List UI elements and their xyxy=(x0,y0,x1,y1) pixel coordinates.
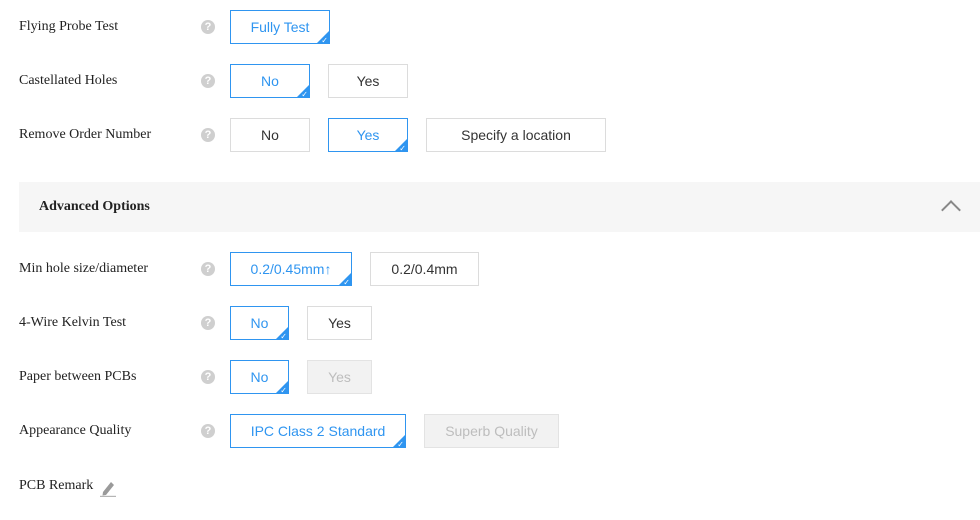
appearance-quality-row: Appearance Quality ? IPC Class 2 Standar… xyxy=(0,414,980,449)
option-remove-order-no[interactable]: No xyxy=(230,118,310,152)
option-kelvin-yes[interactable]: Yes xyxy=(307,306,372,340)
option-paper-no[interactable]: No xyxy=(230,360,289,395)
paper-between-pcbs-row: Paper between PCBs ? No Yes xyxy=(0,360,980,395)
flying-probe-label: Flying Probe Test xyxy=(19,19,119,34)
option-kelvin-no[interactable]: No xyxy=(230,306,289,341)
pcb-remark-label: PCB Remark xyxy=(19,478,94,493)
castellated-holes-row: Castellated Holes ? No Yes xyxy=(0,64,980,99)
help-icon[interactable]: ? xyxy=(201,262,215,276)
option-castellated-yes[interactable]: Yes xyxy=(328,64,408,98)
help-icon[interactable]: ? xyxy=(201,370,215,384)
option-castellated-no[interactable]: No xyxy=(230,64,310,99)
option-specify-location[interactable]: Specify a location xyxy=(426,118,606,152)
option-fully-test[interactable]: Fully Test xyxy=(230,10,330,45)
appearance-quality-label: Appearance Quality xyxy=(19,423,132,438)
option-hole-0-2-0-4[interactable]: 0.2/0.4mm xyxy=(370,252,479,286)
pencil-icon[interactable] xyxy=(100,479,116,497)
help-icon[interactable]: ? xyxy=(201,316,215,330)
option-remove-order-yes[interactable]: Yes xyxy=(328,118,408,153)
advanced-options-title: Advanced Options xyxy=(39,199,150,214)
min-hole-size-label: Min hole size/diameter xyxy=(19,261,149,276)
chevron-up-icon[interactable] xyxy=(941,200,961,220)
pcb-remark-row: PCB Remark xyxy=(0,469,980,503)
option-ipc-class-2[interactable]: IPC Class 2 Standard xyxy=(230,414,406,449)
option-hole-0-2-0-45[interactable]: 0.2/0.45mm↑ xyxy=(230,252,352,287)
castellated-holes-label: Castellated Holes xyxy=(19,73,118,88)
kelvin-test-row: 4-Wire Kelvin Test ? No Yes xyxy=(0,306,980,341)
option-superb-quality: Superb Quality xyxy=(424,414,559,448)
min-hole-size-row: Min hole size/diameter ? 0.2/0.45mm↑ 0.2… xyxy=(0,252,980,287)
help-icon[interactable]: ? xyxy=(201,20,215,34)
help-icon[interactable]: ? xyxy=(201,74,215,88)
remove-order-number-label: Remove Order Number xyxy=(19,127,152,142)
help-icon[interactable]: ? xyxy=(201,424,215,438)
kelvin-test-label: 4-Wire Kelvin Test xyxy=(19,315,127,330)
option-paper-yes: Yes xyxy=(307,360,372,394)
help-icon[interactable]: ? xyxy=(201,128,215,142)
flying-probe-row: Flying Probe Test ? Fully Test xyxy=(0,10,980,45)
remove-order-number-row: Remove Order Number ? No Yes Specify a l… xyxy=(0,118,980,153)
paper-between-pcbs-label: Paper between PCBs xyxy=(19,369,137,384)
advanced-options-header[interactable]: Advanced Options xyxy=(19,182,980,232)
